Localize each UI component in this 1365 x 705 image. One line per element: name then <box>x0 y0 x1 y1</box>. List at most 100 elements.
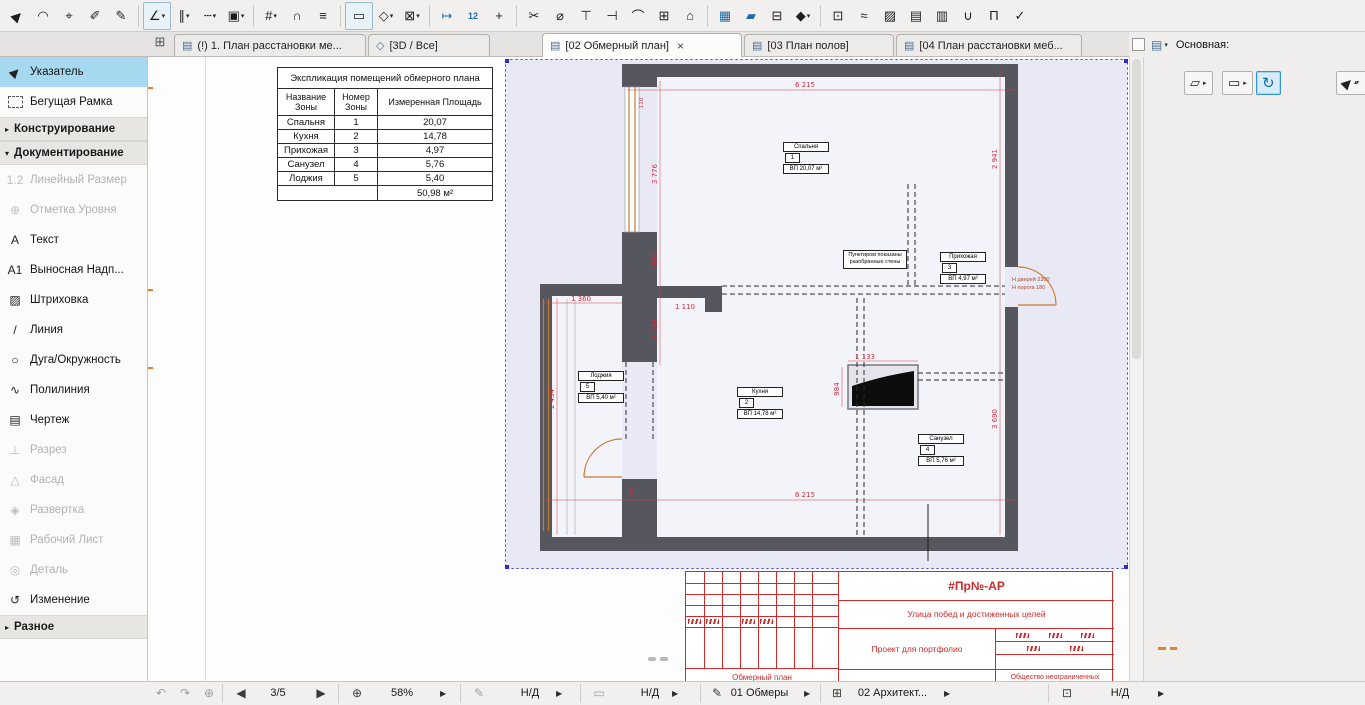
column-tool[interactable]: Π <box>981 3 1007 29</box>
sidebar-item-pointer[interactable]: ▶ Указатель <box>0 57 147 87</box>
find-select-tool[interactable]: ⌖ <box>56 3 82 29</box>
marquee-mode-button[interactable]: ▭ ▸ <box>1222 71 1253 95</box>
next-story-button[interactable]: ▶ <box>312 686 330 700</box>
dashed-guide-tool[interactable]: ┄ ▾ <box>197 3 223 29</box>
zone-stamp-hallway[interactable]: Прихожая 3 ВП 4,97 м² <box>940 252 986 285</box>
zone-stamp-bathroom[interactable]: Санузел 4 ВП 5,76 м² <box>918 434 964 467</box>
favorites-button[interactable]: ▱ ▸ <box>1184 71 1213 95</box>
sidebar-item-interior-elevation[interactable]: ◈ Развертка <box>0 495 147 525</box>
chevron-down-icon[interactable]: ▾ <box>1164 41 1168 49</box>
trim-tool[interactable]: ⊤ <box>573 3 599 29</box>
split-tool[interactable]: ✂ <box>521 3 547 29</box>
cutaway-3d-tool[interactable]: ◇ ▾ <box>373 3 399 29</box>
display-order-tool[interactable]: ⊡ <box>825 3 851 29</box>
selection-grip[interactable] <box>648 657 656 661</box>
zoom-level[interactable]: 58% <box>372 687 432 699</box>
zoom-menu-button[interactable]: ▶ <box>440 689 446 698</box>
multiply-tool[interactable]: ⊞ <box>651 3 677 29</box>
home-story-tool[interactable]: ⌂ <box>677 3 703 29</box>
sidebar-section-construction[interactable]: ▸ Конструирование <box>0 117 147 141</box>
vertical-scrollbar[interactable] <box>1129 57 1143 681</box>
sidebar-section-misc[interactable]: ▸ Разное <box>0 615 147 639</box>
sidebar-item-label-callout[interactable]: A1 Выносная Надп... <box>0 255 147 285</box>
hatch-tool[interactable]: ▨ <box>877 3 903 29</box>
pen-set-menu-button[interactable]: ▶ <box>804 689 810 698</box>
snap-grid-tool[interactable]: # ▾ <box>258 3 284 29</box>
tab-plan-rasstanovki-1[interactable]: ▤ (!) 1. План расстановки ме... <box>174 34 366 56</box>
sidebar-item-line[interactable]: / Линия <box>0 315 147 345</box>
sidebar-item-text[interactable]: A Текст <box>0 225 147 255</box>
terrain-tool[interactable]: ≈ <box>851 3 877 29</box>
sidebar-item-polyline[interactable]: ∿ Полилиния <box>0 375 147 405</box>
arch-tool[interactable]: ∪ <box>955 3 981 29</box>
parallel-guide-tool[interactable]: ∥ ▾ <box>171 3 197 29</box>
render-tool[interactable]: ▰ <box>738 3 764 29</box>
zone-stamp-bedroom[interactable]: Спальня 1 ВП 20,07 м² <box>783 142 829 175</box>
previous-story-button[interactable]: ◀ <box>232 686 250 700</box>
floor-plan-drawing[interactable]: 6 215 6 215 2 941 3 690 3 776 980 1 524 … <box>505 59 1128 569</box>
scroll-top-button[interactable] <box>1132 38 1145 51</box>
sidebar-item-hatch[interactable]: ▨ Штриховка <box>0 285 147 315</box>
sidebar-item-drawing[interactable]: ▤ Чертеж <box>0 405 147 435</box>
snap-magnet-tool[interactable]: ∩ <box>284 3 310 29</box>
pen-set-value[interactable]: 01 Обмеры <box>722 687 797 699</box>
sidebar-item-section[interactable]: ⊥ Разрез <box>0 435 147 465</box>
checklist-tool[interactable]: ✓ <box>1007 3 1033 29</box>
document-icon[interactable]: ▤ <box>1151 38 1162 52</box>
guide-angle-tool[interactable]: ∠ ▾ <box>143 1 171 30</box>
fit-view-tool[interactable]: + <box>486 3 512 29</box>
layer-combination-value[interactable]: 02 Архитект... <box>845 687 940 699</box>
measure-tool[interactable]: ↦ <box>434 3 460 29</box>
delete-tool[interactable]: ⊠ ▾ <box>399 3 425 29</box>
dimension-tool[interactable]: 12 <box>460 3 486 29</box>
close-tab-button[interactable]: × <box>677 39 684 53</box>
sidebar-item-worksheet[interactable]: ▦ Рабочий Лист <box>0 525 147 555</box>
caret-down-icon: ▾ <box>185 12 190 20</box>
sidebar-section-documentation[interactable]: ▾ Документирование <box>0 141 147 165</box>
tab-03-plan-polov[interactable]: ▤ [03 План полов] <box>744 34 894 56</box>
pickup-parameters-tool[interactable]: ✐ <box>82 3 108 29</box>
zone-stamp-kitchen[interactable]: Кухня 2 ВП 14,78 м² <box>737 387 783 420</box>
tab-04-plan-rasstanovki[interactable]: ▤ [04 План расстановки меб... <box>896 34 1082 56</box>
tab-overview-button[interactable]: ⊞ <box>150 34 170 54</box>
selection-grip[interactable] <box>660 657 668 661</box>
book-tool[interactable]: ▤ <box>903 3 929 29</box>
scrollbar-thumb[interactable] <box>1132 59 1141 359</box>
sidebar-item-elevation[interactable]: △ Фасад <box>0 465 147 495</box>
morph-tool[interactable]: ◆ ▾ <box>790 3 816 29</box>
sidebar-item-detail[interactable]: ◎ Деталь <box>0 555 147 585</box>
arrow-mode-button[interactable]: ▶ ▴▾ <box>1336 71 1365 95</box>
inject-parameters-tool[interactable]: ✎ <box>108 3 134 29</box>
adjust-tool[interactable]: ⊣ <box>599 3 625 29</box>
zoom-reset-icon[interactable]: ⊕ <box>200 686 218 700</box>
arc-tool[interactable]: ◠ <box>30 3 56 29</box>
pen-value[interactable]: Н/Д <box>505 687 555 699</box>
orbit-button[interactable]: ↻ <box>1256 71 1281 95</box>
pen-menu-button[interactable]: ▶ <box>556 689 562 698</box>
sidebar-item-change[interactable]: ↺ Изменение <box>0 585 147 615</box>
grid-edit-tool[interactable]: ▦ <box>712 3 738 29</box>
zoom-forward-icon[interactable]: ↷ <box>176 686 194 700</box>
sidebar-item-linear-dimension[interactable]: 1.2 Линейный Размер <box>0 165 147 195</box>
zone-stamp-loggia[interactable]: Лоджия 5 ВП 5,40 м² <box>578 371 624 404</box>
tab-3d-all[interactable]: ◇ [3D / Все] <box>368 34 490 56</box>
view-settings-value[interactable]: Н/Д <box>1095 687 1145 699</box>
blinds-tool[interactable]: ▥ <box>929 3 955 29</box>
layer-menu-button[interactable]: ▶ <box>672 689 678 698</box>
marquee-tool[interactable]: ▭ <box>345 1 373 30</box>
arrow-tool[interactable]: ▶ <box>4 3 30 29</box>
sidebar-item-marquee[interactable]: Бегущая Рамка <box>0 87 147 117</box>
guide-lines-tool[interactable]: ≡ <box>310 3 336 29</box>
drawing-canvas[interactable]: Экспликация помещений обмерного плана На… <box>148 57 1129 681</box>
sidebar-item-level-mark[interactable]: ⊕ Отметка Уровня <box>0 195 147 225</box>
layer-combination-menu-button[interactable]: ▶ <box>944 689 950 698</box>
coordinate-box-tool[interactable]: ▣ ▾ <box>223 3 249 29</box>
sidebar-item-arc-circle[interactable]: ○ Дуга/Окружность <box>0 345 147 375</box>
zoom-back-icon[interactable]: ↶ <box>152 686 170 700</box>
view-settings-menu-button[interactable]: ▶ <box>1158 689 1164 698</box>
tab-02-obmerny-plan[interactable]: ▤ [02 Обмерный план] × <box>542 33 742 57</box>
layer-value[interactable]: Н/Д <box>625 687 675 699</box>
fillet-tool[interactable]: ⌒ <box>625 3 651 29</box>
library-tool[interactable]: ⊟ <box>764 3 790 29</box>
stretch-tool[interactable]: ⌀ <box>547 3 573 29</box>
